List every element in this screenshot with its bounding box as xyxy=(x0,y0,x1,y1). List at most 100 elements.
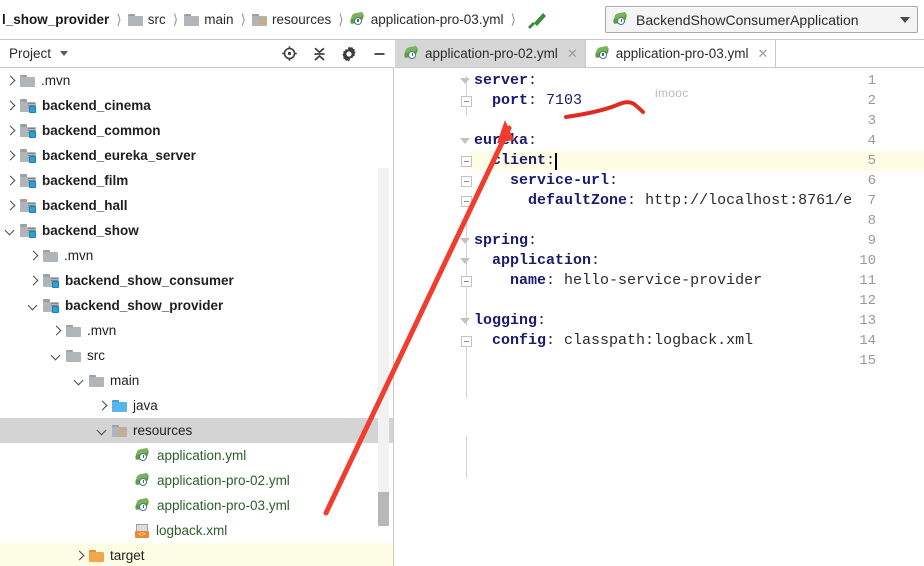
project-scrollbar[interactable] xyxy=(378,168,389,526)
tree-item-backend-hall[interactable]: backend_hall xyxy=(0,193,393,218)
tree-item-label: resources xyxy=(133,423,193,438)
project-scrollbar-thumb[interactable] xyxy=(378,492,389,526)
breadcrumb-item-file[interactable]: application-pro-03.yml xyxy=(349,0,504,39)
yaml-separator: : xyxy=(546,332,556,349)
tree-toggle-right-icon[interactable] xyxy=(4,74,17,87)
tree-item--mvn[interactable]: .mvn xyxy=(0,68,393,93)
tree-toggle-down-icon[interactable] xyxy=(73,374,86,387)
fold-expanded-icon[interactable] xyxy=(460,138,470,144)
tree-toggle-right-icon[interactable] xyxy=(50,324,63,337)
tree-item-logback-xml[interactable]: <> logback.xml xyxy=(0,518,393,543)
project-tree[interactable]: .mvn backend_cinema backend_common backend_… xyxy=(0,68,394,566)
tree-toggle-down-icon[interactable] xyxy=(4,224,17,237)
project-panel-title: Project xyxy=(9,46,52,61)
code-line[interactable]: port: 7103 xyxy=(492,91,582,111)
minimize-icon[interactable] xyxy=(364,41,394,67)
yaml-key: config xyxy=(492,332,547,349)
tree-item--mvn[interactable]: .mvn xyxy=(0,243,393,268)
code-editor[interactable]: 1 2 3 4 5 6 7 8 9 10 11 12 13 14 15 server: port: 7103 e… xyxy=(395,68,924,566)
tree-item-label: application.yml xyxy=(157,448,247,463)
breadcrumb-item-main[interactable]: main xyxy=(184,0,234,39)
tree-toggle-right-icon[interactable] xyxy=(27,274,40,287)
editor-code-area[interactable]: server: port: 7103 eureka: client: service-u… xyxy=(474,68,924,566)
module-folder-icon xyxy=(20,224,36,238)
fold-marker-icon[interactable] xyxy=(461,176,472,187)
fold-expanded-icon[interactable] xyxy=(460,78,470,84)
idea-window: l_show_provider ⟩ src ⟩ main ⟩ resources… xyxy=(0,0,924,566)
fold-expanded-icon[interactable] xyxy=(460,258,470,264)
tree-item-label: main xyxy=(110,373,140,388)
tree-item-resources[interactable]: resources xyxy=(0,418,393,443)
tree-item-application-pro-03-yml[interactable]: application-pro-03.yml xyxy=(0,493,393,518)
tree-item-application-pro-02-yml[interactable]: application-pro-02.yml xyxy=(0,468,393,493)
tree-item-src[interactable]: src xyxy=(0,343,393,368)
hammer-icon[interactable] xyxy=(526,10,548,30)
code-line[interactable]: defaultZone: http://localhost:8761/e xyxy=(528,191,852,211)
code-line[interactable]: name: hello-service-provider xyxy=(510,271,762,291)
breadcrumb-item-module[interactable]: l_show_provider xyxy=(2,0,109,39)
code-line[interactable]: client: xyxy=(492,151,555,171)
yaml-value: http://localhost:8761/e xyxy=(645,192,853,209)
tree-item-application-yml[interactable]: application.yml xyxy=(0,443,393,468)
fold-expanded-icon[interactable] xyxy=(460,238,470,244)
tree-item-backend-show[interactable]: backend_show xyxy=(0,218,393,243)
tree-item-label: .mvn xyxy=(64,248,94,263)
tree-item--mvn[interactable]: .mvn xyxy=(0,318,393,343)
code-line[interactable]: logging: xyxy=(474,311,546,331)
fold-marker-icon[interactable] xyxy=(461,336,472,347)
code-line[interactable]: spring: xyxy=(474,231,537,251)
tree-toggle-right-icon[interactable] xyxy=(4,149,17,162)
editor-tab-application-pro-03[interactable]: application-pro-03.yml ✕ xyxy=(586,40,777,67)
tree-toggle-right-icon[interactable] xyxy=(27,249,40,262)
tree-toggle-right-icon[interactable] xyxy=(4,99,17,112)
tree-item-backend-eureka-server[interactable]: backend_eureka_server xyxy=(0,143,393,168)
code-line[interactable]: eureka: xyxy=(474,131,537,151)
tree-toggle-right-icon[interactable] xyxy=(96,399,109,412)
fold-marker-icon[interactable] xyxy=(461,196,472,207)
close-icon[interactable]: ✕ xyxy=(567,46,578,62)
run-configuration-selector[interactable]: BackendShowConsumerApplication xyxy=(605,6,918,33)
tree-item-backend-common[interactable]: backend_common xyxy=(0,118,393,143)
editor-tab-application-pro-02[interactable]: application-pro-02.yml ✕ xyxy=(395,40,586,67)
fold-marker-icon[interactable] xyxy=(461,156,472,167)
yaml-separator: : xyxy=(591,252,601,269)
tree-item-target[interactable]: target xyxy=(0,543,393,566)
chevron-down-icon[interactable] xyxy=(900,16,910,23)
chevron-down-icon[interactable] xyxy=(60,51,69,56)
code-line[interactable]: application: xyxy=(492,251,600,271)
gear-icon[interactable] xyxy=(334,41,364,67)
tree-toggle-right-icon[interactable] xyxy=(4,199,17,212)
tree-toggle-right-icon[interactable] xyxy=(73,549,86,562)
tree-item-main[interactable]: main xyxy=(0,368,393,393)
tree-item-label: application-pro-03.yml xyxy=(157,498,290,513)
close-icon[interactable]: ✕ xyxy=(758,46,769,62)
collapse-all-icon[interactable] xyxy=(304,41,334,67)
tree-item-backend-show-consumer[interactable]: backend_show_consumer xyxy=(0,268,393,293)
yaml-key: spring xyxy=(474,232,529,249)
fold-marker-icon[interactable] xyxy=(461,276,472,287)
tree-toggle-down-icon[interactable] xyxy=(50,349,63,362)
tree-item-label: backend_show_consumer xyxy=(65,273,234,288)
yaml-separator: : xyxy=(546,152,556,169)
folder-icon xyxy=(20,74,35,87)
code-line[interactable]: service-url: xyxy=(510,171,618,191)
tree-item-java[interactable]: java xyxy=(0,393,393,418)
code-line[interactable]: config: classpath:logback.xml xyxy=(492,331,753,351)
tree-item-backend-film[interactable]: backend_film xyxy=(0,168,393,193)
fold-expanded-icon[interactable] xyxy=(460,318,470,324)
tree-item-backend-cinema[interactable]: backend_cinema xyxy=(0,93,393,118)
tree-toggle-right-icon[interactable] xyxy=(4,174,17,187)
breadcrumb-label: l_show_provider xyxy=(2,12,110,27)
tree-item-backend-show-provider[interactable]: backend_show_provider xyxy=(0,293,393,318)
tree-toggle-down-icon[interactable] xyxy=(96,424,109,437)
tree-toggle-down-icon[interactable] xyxy=(27,299,40,312)
fold-marker-icon[interactable] xyxy=(461,96,472,107)
breadcrumb-item-src[interactable]: src xyxy=(127,0,166,39)
locate-icon[interactable] xyxy=(274,41,304,67)
tree-item-label: src xyxy=(87,348,105,363)
code-line[interactable]: server: xyxy=(474,71,537,91)
editor-gutter[interactable] xyxy=(395,68,470,566)
breadcrumb-item-resources[interactable]: resources xyxy=(251,0,331,39)
folder-icon xyxy=(184,13,200,26)
tree-toggle-right-icon[interactable] xyxy=(4,124,17,137)
